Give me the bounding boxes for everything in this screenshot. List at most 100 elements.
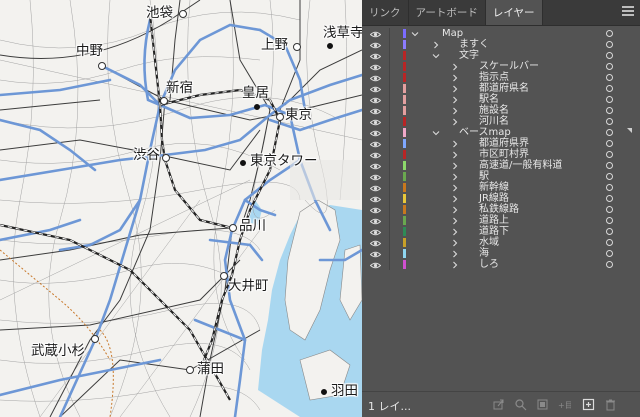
tab-links[interactable]: リンク	[362, 0, 409, 25]
layer-name[interactable]: 駅	[479, 171, 489, 182]
new-layer-icon[interactable]	[582, 398, 595, 411]
layer-target-icon[interactable]	[606, 250, 613, 257]
layer-row[interactable]: 指示点	[362, 72, 640, 83]
chevron-right-icon[interactable]	[451, 261, 459, 269]
visibility-eye-icon[interactable]	[369, 52, 382, 60]
layer-row[interactable]: 施設名	[362, 105, 640, 116]
layer-target-icon[interactable]	[606, 140, 613, 147]
place-label-tokyotower[interactable]: 東京タワー	[250, 154, 318, 169]
lock-column[interactable]	[389, 28, 390, 39]
visibility-eye-icon[interactable]	[369, 96, 382, 104]
lock-column[interactable]	[389, 72, 390, 83]
visibility-eye-icon[interactable]	[369, 228, 382, 236]
layer-target-icon[interactable]	[606, 41, 613, 48]
chevron-right-icon[interactable]	[432, 41, 440, 49]
tab-layers[interactable]: レイヤー	[485, 0, 543, 25]
layer-row[interactable]: JR線路	[362, 193, 640, 204]
visibility-eye-icon[interactable]	[369, 129, 382, 137]
layer-name[interactable]: 新幹線	[479, 182, 509, 193]
place-label-shinjuku[interactable]: 新宿	[166, 81, 193, 96]
lock-column[interactable]	[389, 237, 390, 248]
place-label-ikebukuro[interactable]: 池袋	[146, 6, 173, 21]
chevron-right-icon[interactable]	[451, 107, 459, 115]
lock-column[interactable]	[389, 226, 390, 237]
layer-name[interactable]: 高速道/一般有料道	[479, 160, 562, 171]
layer-row[interactable]: Map	[362, 28, 640, 39]
layer-target-icon[interactable]	[606, 52, 613, 59]
visibility-eye-icon[interactable]	[369, 118, 382, 126]
layer-target-icon[interactable]	[606, 184, 613, 191]
lock-column[interactable]	[389, 204, 390, 215]
layer-name[interactable]: しろ	[479, 259, 499, 270]
layer-name[interactable]: 都道府県名	[479, 83, 529, 94]
layer-name[interactable]: 市区町村界	[479, 149, 529, 160]
visibility-eye-icon[interactable]	[369, 107, 382, 115]
layer-target-icon[interactable]	[606, 228, 613, 235]
layer-target-icon[interactable]	[606, 195, 613, 202]
layer-target-icon[interactable]	[606, 74, 613, 81]
chevron-right-icon[interactable]	[451, 239, 459, 247]
layer-target-icon[interactable]	[606, 96, 613, 103]
place-label-oimachi[interactable]: 大井町	[228, 279, 269, 294]
visibility-eye-icon[interactable]	[369, 151, 382, 159]
lock-column[interactable]	[389, 215, 390, 226]
lock-column[interactable]	[389, 259, 390, 270]
layer-row[interactable]: 海	[362, 248, 640, 259]
place-label-haneda[interactable]: 羽田	[331, 384, 358, 399]
chevron-down-icon[interactable]	[411, 30, 419, 38]
layer-target-icon[interactable]	[606, 107, 613, 114]
layer-target-icon[interactable]	[606, 261, 613, 268]
layer-name[interactable]: 道路下	[479, 226, 509, 237]
lock-column[interactable]	[389, 105, 390, 116]
layer-name[interactable]: 水域	[479, 237, 499, 248]
visibility-eye-icon[interactable]	[369, 140, 382, 148]
place-label-kamata[interactable]: 蒲田	[197, 362, 224, 377]
visibility-eye-icon[interactable]	[369, 239, 382, 247]
layer-name[interactable]: 施設名	[479, 105, 509, 116]
layer-name[interactable]: 指示点	[479, 72, 509, 83]
layer-name[interactable]: 都道府県界	[479, 138, 529, 149]
visibility-eye-icon[interactable]	[369, 85, 382, 93]
export-icon[interactable]	[492, 398, 505, 411]
chevron-down-icon[interactable]	[432, 52, 440, 60]
chevron-right-icon[interactable]	[451, 140, 459, 148]
visibility-eye-icon[interactable]	[369, 63, 382, 71]
layer-name[interactable]: 文字	[459, 50, 479, 61]
lock-column[interactable]	[389, 50, 390, 61]
tab-artboards[interactable]: アートボード	[409, 0, 486, 25]
chevron-right-icon[interactable]	[451, 74, 459, 82]
visibility-eye-icon[interactable]	[369, 173, 382, 181]
chevron-right-icon[interactable]	[451, 250, 459, 258]
panel-menu-icon[interactable]	[622, 6, 634, 18]
layer-target-icon[interactable]	[606, 151, 613, 158]
search-icon[interactable]	[514, 398, 527, 411]
lock-column[interactable]	[389, 149, 390, 160]
layer-name[interactable]: ますく	[459, 39, 489, 50]
layer-row[interactable]: 道路下	[362, 226, 640, 237]
lock-column[interactable]	[389, 116, 390, 127]
visibility-eye-icon[interactable]	[369, 162, 382, 170]
layer-row[interactable]: しろ	[362, 259, 640, 270]
chevron-right-icon[interactable]	[451, 118, 459, 126]
layer-target-icon[interactable]	[606, 129, 613, 136]
lock-column[interactable]	[389, 182, 390, 193]
layer-row[interactable]: 都道府県名	[362, 83, 640, 94]
lock-column[interactable]	[389, 83, 390, 94]
layer-name[interactable]: JR線路	[479, 193, 509, 204]
layer-name[interactable]: 道路上	[479, 215, 509, 226]
place-label-shibuya[interactable]: 渋谷	[133, 148, 160, 163]
layer-row[interactable]: 高速道/一般有料道	[362, 160, 640, 171]
new-sublayer-icon[interactable]: +目	[558, 398, 571, 411]
layer-target-icon[interactable]	[606, 162, 613, 169]
layer-target-icon[interactable]	[606, 118, 613, 125]
place-label-shinagawa[interactable]: 品川	[239, 219, 266, 234]
lock-column[interactable]	[389, 127, 390, 138]
lock-column[interactable]	[389, 61, 390, 72]
layer-row[interactable]: 河川名	[362, 116, 640, 127]
layer-row[interactable]: 駅	[362, 171, 640, 182]
chevron-right-icon[interactable]	[451, 85, 459, 93]
chevron-right-icon[interactable]	[451, 151, 459, 159]
place-label-tokyo[interactable]: 東京	[285, 108, 312, 123]
layer-row[interactable]: 私鉄線路	[362, 204, 640, 215]
chevron-right-icon[interactable]	[451, 184, 459, 192]
